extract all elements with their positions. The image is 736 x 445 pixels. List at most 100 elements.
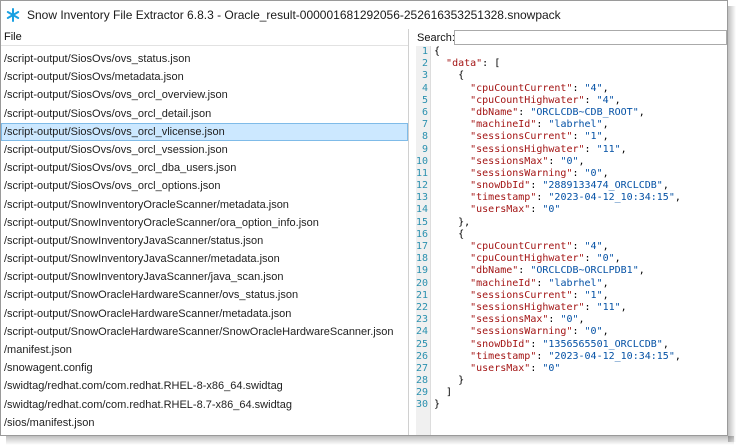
code-line: 26 "timestamp": "2023-04-12_10:34:15",	[416, 351, 727, 363]
code-text: "snowDbId": "2889133474_ORCLCDB",	[470, 180, 669, 192]
code-line: 11 "sessionsWarning": "0",	[416, 168, 727, 180]
file-list-item[interactable]: /script-output/SiosOvs/ovs_orcl_dba_user…	[1, 159, 408, 177]
file-list-item[interactable]: /script-output/SnowInventoryJavaScanner/…	[1, 250, 408, 268]
code-line: 8 "sessionsCurrent": "1",	[416, 131, 727, 143]
file-list-item[interactable]: /script-output/SiosOvs/ovs_orcl_overview…	[1, 86, 408, 104]
file-list-pane: File /script-output/SiosOvs/ovs_status.j…	[1, 29, 409, 435]
line-number: 1	[421, 46, 428, 57]
line-number: 27	[416, 362, 429, 374]
search-label: Search:	[417, 31, 455, 44]
code-text: "data": [	[446, 58, 501, 70]
line-number: 4	[421, 82, 428, 94]
line-number: 12	[416, 180, 429, 192]
code-text: }	[434, 399, 441, 411]
file-list-item[interactable]: /script-output/SnowInventoryJavaScanner/…	[1, 268, 408, 286]
code-text: "cpuCountCurrent": "4",	[470, 241, 609, 252]
code-line: 15 },	[416, 217, 727, 229]
file-list-item[interactable]: /script-output/SnowInventoryOracleScanne…	[1, 214, 408, 232]
file-list-item[interactable]: /script-output/SiosOvs/ovs_orcl_options.…	[1, 177, 408, 195]
line-number: 29	[416, 387, 429, 399]
file-list-item[interactable]: /sios/manifest.json	[1, 414, 408, 432]
code-text: "sessionsHighwater": "11",	[470, 143, 627, 155]
code-line: 17 "cpuCountCurrent": "4",	[416, 241, 727, 253]
code-text: "sessionsMax": "0",	[470, 314, 585, 326]
line-number: 19	[416, 265, 429, 277]
search-bar: Search:	[416, 29, 727, 46]
line-number: 17	[416, 241, 429, 252]
line-number: 9	[421, 143, 428, 155]
code-line: 29 ]	[416, 387, 727, 399]
code-line: 24 "sessionsWarning": "0",	[416, 326, 727, 338]
code-line: 12 "snowDbId": "2889133474_ORCLCDB",	[416, 180, 727, 192]
code-line: 14 "usersMax": "0"	[416, 204, 727, 216]
json-viewer[interactable]: 1{2 "data": [3 {4 "cpuCountCurrent": "4"…	[416, 46, 727, 435]
code-text: "sessionsHighwater": "11",	[470, 301, 627, 313]
code-text: "sessionsMax": "0",	[470, 155, 585, 167]
file-list-item[interactable]: /script-output/SiosOvs/ovs_orcl_vsession…	[1, 141, 408, 159]
file-list-item[interactable]: /script-output/SnowInventoryJavaScanner/…	[1, 232, 408, 250]
code-line: 25 "snowDbId": "1356565501_ORCLCDB",	[416, 339, 727, 351]
line-number: 2	[421, 58, 428, 70]
code-line: 7 "machineId": "labrhel",	[416, 119, 727, 131]
code-text: "machineId": "labrhel",	[470, 277, 609, 289]
code-text: "dbName": "ORCLCDB~ORCLPDB1",	[470, 265, 645, 277]
file-list-item[interactable]: /script-output/SnowOracleHardwareScanner…	[1, 305, 408, 323]
line-number: 6	[421, 106, 428, 118]
file-list-item[interactable]: /swidtag/redhat.com/com.redhat.RHEL-8.7-…	[1, 396, 408, 414]
code-line: 20 "machineId": "labrhel",	[416, 278, 727, 290]
code-line: 28 }	[416, 375, 727, 387]
file-list-item[interactable]: /snowagent.config	[1, 359, 408, 377]
line-number: 28	[416, 375, 429, 387]
file-list-item[interactable]: /manifest.json	[1, 341, 408, 359]
line-number: 11	[416, 167, 429, 179]
code-text: "sessionsCurrent": "1",	[470, 289, 609, 301]
search-input[interactable]	[454, 30, 727, 45]
code-text: "usersMax": "0"	[470, 204, 561, 216]
line-number: 30	[416, 399, 429, 411]
line-number: 3	[421, 70, 428, 82]
line-number: 24	[416, 326, 429, 338]
code-text: "cpuCountCurrent": "4",	[470, 82, 609, 94]
code-line: 16 {	[416, 229, 727, 241]
line-number: 13	[416, 192, 429, 204]
app-window: Snow Inventory File Extractor 6.8.3 - Or…	[0, 0, 728, 436]
line-number: 23	[416, 314, 429, 326]
code-text: {	[434, 46, 441, 57]
code-text: "snowDbId": "1356565501_ORCLCDB",	[470, 338, 669, 350]
code-line: 1{	[416, 46, 727, 58]
file-list-item[interactable]: /script-output/SnowOracleHardwareScanner…	[1, 286, 408, 304]
file-list-item[interactable]: /script-output/SnowInventoryOracleScanne…	[1, 196, 408, 214]
line-number: 21	[416, 289, 429, 301]
code-line: 22 "sessionsHighwater": "11",	[416, 302, 727, 314]
code-text: {	[434, 228, 465, 240]
line-number: 25	[416, 338, 429, 350]
file-list-item[interactable]: /script-output/SiosOvs/metadata.json	[1, 68, 408, 86]
line-number: 22	[416, 301, 429, 313]
line-number: 20	[416, 277, 429, 289]
window-title: Snow Inventory File Extractor 6.8.3 - Or…	[27, 8, 561, 22]
code-text: {	[434, 70, 465, 82]
code-line: 3 {	[416, 70, 727, 82]
code-line: 30}	[416, 399, 727, 411]
code-line: 23 "sessionsMax": "0",	[416, 314, 727, 326]
file-column-header[interactable]: File	[1, 29, 408, 46]
code-text: "sessionsCurrent": "1",	[470, 131, 609, 143]
file-list: /script-output/SiosOvs/ovs_status.json/s…	[1, 50, 408, 432]
line-number: 15	[416, 216, 429, 228]
code-lines: 1{2 "data": [3 {4 "cpuCountCurrent": "4"…	[416, 46, 727, 412]
line-number: 7	[421, 119, 428, 131]
code-text: "cpuCountHighwater": "0",	[470, 253, 621, 265]
line-number: 14	[416, 204, 429, 216]
file-list-item[interactable]: /swidtag/redhat.com/com.redhat.RHEL-8-x8…	[1, 377, 408, 395]
window-shadow-right	[728, 6, 736, 442]
code-line: 5 "cpuCountHighwater": "4",	[416, 95, 727, 107]
file-list-item[interactable]: /script-output/SnowOracleHardwareScanner…	[1, 323, 408, 341]
file-list-item[interactable]: /script-output/SiosOvs/ovs_orcl_detail.j…	[1, 105, 408, 123]
file-list-item[interactable]: /script-output/SiosOvs/ovs_status.json	[1, 50, 408, 68]
content-pane: Search: 1{2 "data": [3 {4 "cpuCountCurre…	[416, 29, 727, 435]
code-text: "cpuCountHighwater": "4",	[470, 94, 621, 106]
code-text: "machineId": "labrhel",	[470, 119, 609, 131]
file-list-item[interactable]: /script-output/SiosOvs/ovs_orcl_vlicense…	[1, 122, 408, 141]
title-bar[interactable]: Snow Inventory File Extractor 6.8.3 - Or…	[1, 1, 727, 29]
code-line: 27 "usersMax": "0"	[416, 363, 727, 375]
